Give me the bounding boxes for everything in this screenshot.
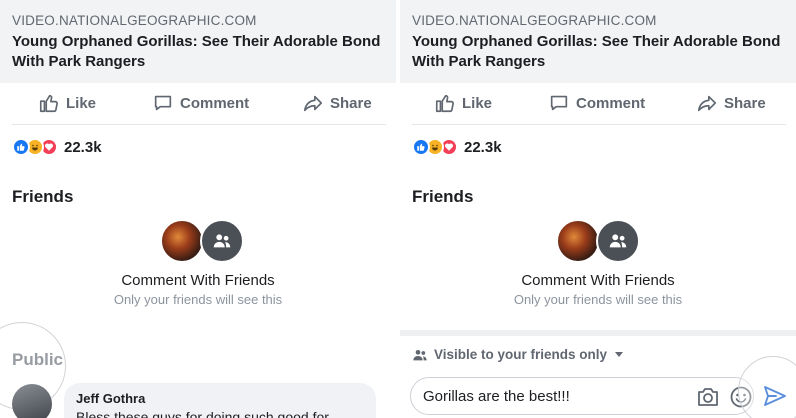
headline-line-1: Young Orphaned Gorillas: See Their Adora…: [12, 33, 381, 50]
divider: [412, 124, 786, 125]
comment-with-friends-subtitle: Only your friends will see this: [513, 292, 683, 307]
headline-line-1: Young Orphaned Gorillas: See Their Adora…: [412, 33, 781, 50]
friends-group-icon: [596, 219, 640, 263]
thumbs-up-icon: [435, 94, 454, 113]
action-bar: Like Comment Share: [400, 84, 796, 124]
comment-with-friends-title[interactable]: Comment With Friends: [0, 272, 396, 289]
comment-label: Comment: [180, 94, 250, 112]
like-label: Like: [462, 94, 493, 112]
send-icon[interactable]: [762, 384, 788, 408]
share-button[interactable]: Share: [302, 92, 372, 114]
friends-section-title: Friends: [12, 187, 74, 206]
like-button[interactable]: Like: [38, 92, 96, 114]
comment-bubble-icon: [550, 95, 568, 111]
friends-audience-icon: [413, 349, 427, 360]
share-arrow-icon: [303, 95, 323, 112]
right-screen: VIDEO.NATIONALGEOGRAPHIC.COM Young Orpha…: [400, 0, 796, 418]
comment-input[interactable]: Gorillas are the best!!!: [410, 377, 754, 415]
comment-button[interactable]: Comment: [548, 92, 645, 114]
comment-bubble[interactable]: Jeff Gothra Bless these guys for doing s…: [64, 383, 376, 418]
link-preview-card[interactable]: VIDEO.NATIONALGEOGRAPHIC.COM Young Orpha…: [400, 0, 796, 83]
commenter-avatar[interactable]: [12, 384, 52, 418]
comment-bubble-icon: [154, 95, 172, 111]
comment-input-value: Gorillas are the best!!!: [423, 387, 570, 405]
friends-group-icon: [200, 219, 244, 263]
comment-button[interactable]: Comment: [152, 92, 249, 114]
chevron-down-icon: [615, 352, 624, 357]
friends-section-title: Friends: [412, 187, 474, 206]
visibility-selector[interactable]: Visible to your friends only: [412, 347, 624, 362]
friend-photo-avatar: [556, 219, 600, 263]
link-preview-card[interactable]: VIDEO.NATIONALGEOGRAPHIC.COM Young Orpha…: [0, 0, 396, 83]
like-reaction-icon: [12, 138, 30, 156]
thumbs-up-icon: [39, 94, 58, 113]
share-arrow-icon: [697, 95, 717, 112]
divider: [12, 124, 386, 125]
reactions-summary[interactable]: 22.3k: [12, 138, 102, 156]
comment-label: Comment: [576, 94, 646, 112]
link-source: VIDEO.NATIONALGEOGRAPHIC.COM: [412, 13, 657, 28]
comment-with-friends-avatars[interactable]: [556, 219, 642, 263]
link-source: VIDEO.NATIONALGEOGRAPHIC.COM: [12, 13, 257, 28]
reactions-summary[interactable]: 22.3k: [412, 138, 502, 156]
like-reaction-icon: [412, 138, 430, 156]
link-headline: Young Orphaned Gorillas: See Their Adora…: [412, 32, 784, 72]
comment-with-friends-avatars[interactable]: [160, 219, 246, 263]
share-label: Share: [330, 94, 372, 112]
comment-with-friends-title[interactable]: Comment With Friends: [400, 272, 796, 289]
comment-text: Bless these guys for doing such good for: [76, 409, 329, 418]
headline-line-2: With Park Rangers: [412, 53, 546, 70]
reaction-count: 22.3k: [64, 138, 102, 156]
comment-author[interactable]: Jeff Gothra: [76, 391, 364, 406]
friend-photo-avatar: [160, 219, 204, 263]
camera-icon[interactable]: [695, 384, 721, 410]
link-headline: Young Orphaned Gorillas: See Their Adora…: [12, 32, 384, 72]
like-label: Like: [66, 94, 97, 112]
comment-with-friends-subtitle: Only your friends will see this: [113, 292, 283, 307]
share-button[interactable]: Share: [696, 92, 766, 114]
headline-line-2: With Park Rangers: [12, 53, 146, 70]
like-button[interactable]: Like: [434, 92, 492, 114]
composer-separator: [400, 330, 796, 336]
reaction-count: 22.3k: [464, 138, 502, 156]
action-bar: Like Comment Share: [0, 84, 396, 124]
left-screen: VIDEO.NATIONALGEOGRAPHIC.COM Young Orpha…: [0, 0, 396, 418]
share-label: Share: [724, 94, 766, 112]
visibility-label: Visible to your friends only: [434, 347, 608, 362]
